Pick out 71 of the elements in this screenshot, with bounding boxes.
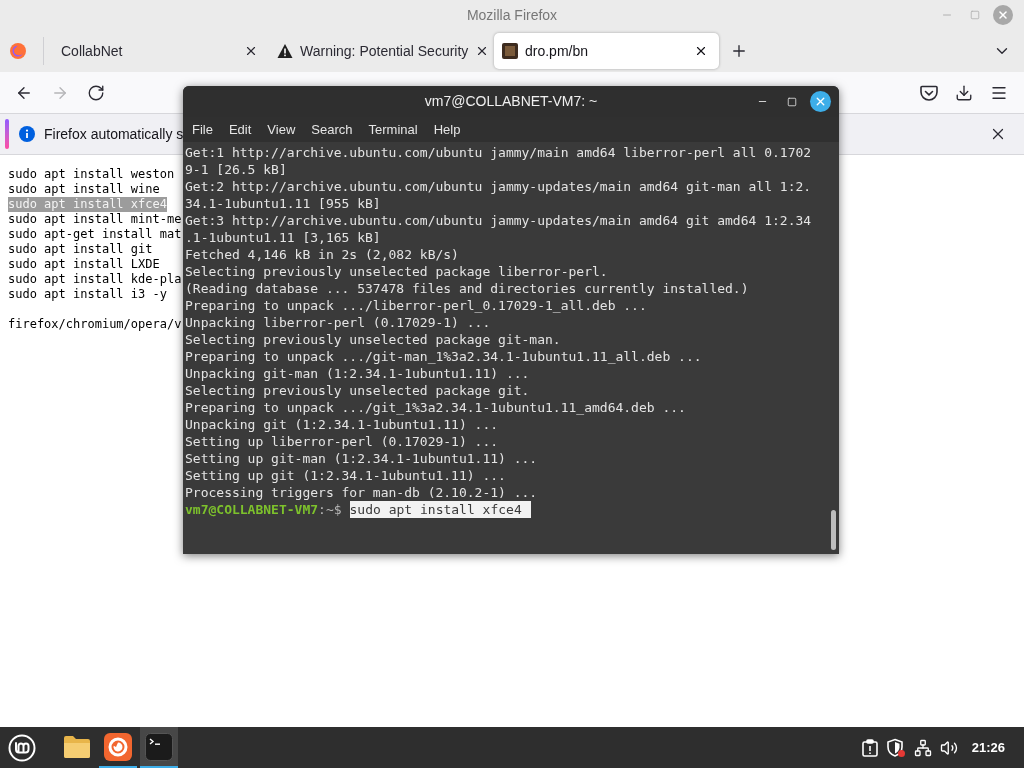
close-icon <box>997 9 1009 21</box>
terminal-output-line: Get:1 http://archive.ubuntu.com/ubuntu jammy/main amd64 liberror-perl all 0.1702 <box>185 144 812 161</box>
menu-logo-icon <box>8 733 36 762</box>
terminal-output-line: (Reading database ... 537478 files and directories currently installed.) <box>185 280 749 297</box>
page-text-line: sudo apt install i3 -y <box>8 287 167 302</box>
network-icon <box>913 738 932 757</box>
browser-tab[interactable]: CollabNet <box>44 33 269 69</box>
terminal-output-line: Preparing to unpack .../liberror-perl_0.17029-1_all.deb ... <box>185 297 647 314</box>
reload-icon <box>87 83 105 102</box>
terminal-output-line: Get:2 http://archive.ubuntu.com/ubuntu jammy-updates/main amd64 git-man all 1:2. <box>185 178 812 195</box>
terminal-output-line: 34.1-1ubuntu1.11 [955 kB] <box>185 195 381 212</box>
menu-item[interactable]: Edit <box>220 119 260 140</box>
clipboard-alert-icon <box>861 738 878 757</box>
prompt-path: :~$ <box>318 501 342 518</box>
terminal-output-line: Unpacking git-man (1:2.34.1-1ubuntu1.11) ... <box>185 365 530 382</box>
menu-item[interactable]: File <box>184 119 221 140</box>
terminal-output-line: Processing triggers for man-db (2.10.2-1) ... <box>185 484 538 501</box>
browser-logo-icon <box>10 43 26 59</box>
typed-command: sudo apt install xfce4 <box>349 501 531 518</box>
page-text-line: sudo apt install wine <box>8 182 160 197</box>
browser-app-icon <box>104 732 132 761</box>
prompt-user-host: vm7@COLLABNET-VM7 <box>185 501 319 518</box>
page-text-line: firefox/chromium/opera/v <box>8 317 182 332</box>
scrollbar-thumb[interactable] <box>830 510 836 550</box>
page-text-line: sudo apt install weston <box>8 167 175 182</box>
terminal-output-line: Unpacking liberror-perl (0.17029-1) ... <box>185 314 491 331</box>
site-favicon-icon <box>502 43 518 59</box>
menu-item[interactable]: Help <box>425 119 469 140</box>
plus-icon <box>730 42 748 60</box>
terminal-output-line: Preparing to unpack .../git_1%3a2.34.1-1ubuntu1.11_amd64.deb ... <box>185 399 686 416</box>
close-icon <box>244 44 258 58</box>
volume-icon <box>939 738 958 757</box>
close-icon <box>814 95 827 108</box>
maximize-icon <box>786 96 797 107</box>
browser-tab[interactable]: dro.pm/bn <box>494 33 719 69</box>
page-text-line: sudo apt-get install mat <box>8 227 182 242</box>
terminal-icon <box>145 732 173 761</box>
terminal-output-line: Selecting previously unselected package liberror-perl. <box>185 263 608 280</box>
pocket-icon <box>920 84 938 101</box>
terminal-output-line: 9-1 [26.5 kB] <box>185 161 287 178</box>
terminal-output-line: Setting up git (1:2.34.1-1ubuntu1.11) ... <box>185 467 506 484</box>
notification-text: Firefox automatically s <box>44 124 184 144</box>
terminal-output-line: .1-1ubuntu1.11 [3,165 kB] <box>185 229 381 246</box>
terminal-output-line: Setting up git-man (1:2.34.1-1ubuntu1.11) ... <box>185 450 538 467</box>
browser-tab[interactable]: Warning: Potential Security <box>269 33 494 69</box>
menu-item[interactable]: Terminal <box>360 119 426 140</box>
terminal-output-line: Setting up liberror-perl (0.17029-1) ... <box>185 433 499 450</box>
page-text-line: sudo apt install kde-pla <box>8 272 182 287</box>
page-text-line: sudo apt install git <box>8 242 153 257</box>
terminal-output-line: Unpacking git (1:2.34.1-1ubuntu1.11) ... <box>185 416 499 433</box>
page-text-line: sudo apt install mint-me <box>8 212 182 227</box>
terminal-output-line: Selecting previously unselected package git. <box>185 382 530 399</box>
warning-icon <box>277 43 293 59</box>
terminal-output-line: Fetched 4,146 kB in 2s (2,082 kB/s) <box>185 246 459 263</box>
shield-icon <box>885 737 906 758</box>
clock: 21:26 <box>971 738 1005 757</box>
page-text-line: sudo apt install LXDE <box>8 257 160 272</box>
close-icon <box>694 44 708 58</box>
window-title: Mozilla Firefox <box>466 5 558 25</box>
terminal-title: vm7@COLLABNET-VM7: ~ <box>424 92 598 111</box>
maximize-icon <box>970 10 980 20</box>
terminal-output-line: Selecting previously unselected package git-man. <box>185 331 561 348</box>
terminal-output-line: Preparing to unpack .../git-man_1%3a2.34.1-1ubuntu1.11_all.deb ... <box>185 348 702 365</box>
menu-item[interactable]: Search <box>303 119 361 140</box>
folder-icon <box>63 734 91 759</box>
terminal-taskbar-button[interactable] <box>140 727 178 768</box>
download-icon <box>955 83 973 102</box>
terminal-output-line: Get:3 http://archive.ubuntu.com/ubuntu jammy-updates/main amd64 git amd64 1:2.34 <box>185 212 812 229</box>
close-window-button[interactable] <box>810 91 831 112</box>
info-icon <box>19 126 35 142</box>
menu-item[interactable]: View <box>259 119 304 140</box>
